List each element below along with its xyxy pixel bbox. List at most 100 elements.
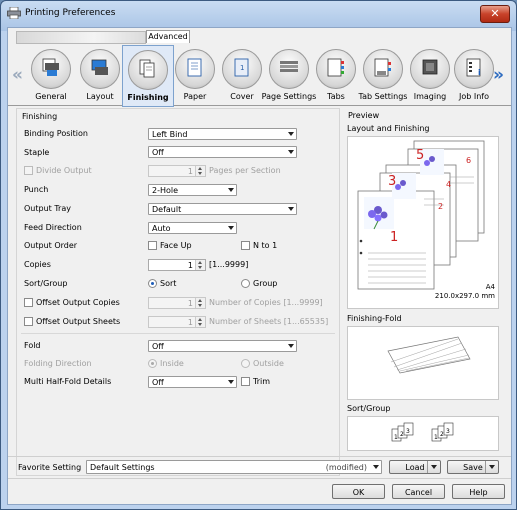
staple-label: Staple xyxy=(24,148,50,157)
close-button[interactable]: ✕ xyxy=(480,5,510,23)
favorite-setting-value: Default Settings xyxy=(90,463,155,472)
feed-direction-value: Auto xyxy=(152,224,171,233)
chevron-down-icon[interactable] xyxy=(427,461,440,473)
n-to-1-checkbox[interactable] xyxy=(241,241,250,250)
sort-number: 3 xyxy=(406,428,410,435)
divider xyxy=(8,478,511,479)
fold-select[interactable]: Off xyxy=(148,340,297,352)
n-to-1-label: N to 1 xyxy=(253,241,278,250)
cancel-button[interactable]: Cancel xyxy=(392,484,445,499)
printing-preferences-window: Printing Preferences ✕ Advanced « » Gene… xyxy=(0,0,517,510)
outside-radio-label: Outside xyxy=(253,359,284,368)
favorite-setting-bar: Favorite Setting Default Settings (modif… xyxy=(8,456,511,477)
chevron-down-icon xyxy=(228,380,234,384)
save-button[interactable]: Save xyxy=(447,460,499,474)
paper-size: A4 xyxy=(485,283,495,291)
group-radio[interactable] xyxy=(241,279,250,288)
face-up-label: Face Up xyxy=(160,241,192,250)
paper-icon xyxy=(175,49,215,89)
offset-output-sheets-label: Offset Output Sheets xyxy=(36,317,121,326)
cover-icon: 1 xyxy=(222,49,262,89)
page-settings-icon xyxy=(269,49,309,89)
fold-label: Fold xyxy=(24,341,41,350)
inside-radio[interactable] xyxy=(148,359,157,368)
chevron-down-icon[interactable] xyxy=(485,461,498,473)
preview-title: Preview xyxy=(348,111,380,120)
preview-group: Preview Layout and Finishing 1 2 3 4 5 6… xyxy=(343,108,502,474)
feed-direction-label: Feed Direction xyxy=(24,223,82,232)
multi-half-fold-select[interactable]: Off xyxy=(148,376,237,388)
page-stack: 1 2 3 4 5 6 xyxy=(357,140,485,290)
offset-copies-stepper[interactable]: 1 xyxy=(148,297,206,309)
chevron-down-icon xyxy=(373,465,379,469)
save-button-label: Save xyxy=(463,463,483,472)
copies-stepper[interactable]: 1 xyxy=(148,259,206,271)
fold-preview-image xyxy=(387,336,471,374)
imaging-icon xyxy=(410,49,450,89)
sort-radio-label: Sort xyxy=(160,279,177,288)
sort-group-title: Sort/Group xyxy=(347,404,391,413)
chevron-down-icon xyxy=(288,344,294,348)
copies-label: Copies xyxy=(24,260,51,269)
help-button[interactable]: Help xyxy=(452,484,505,499)
spin-arrows-icon[interactable] xyxy=(195,317,205,327)
offset-sheets-value: 1 xyxy=(187,318,193,327)
ok-button[interactable]: OK xyxy=(332,484,385,499)
feed-direction-select[interactable]: Auto xyxy=(148,222,237,234)
divider xyxy=(21,333,335,334)
category-label: Job Info xyxy=(458,92,489,101)
spin-arrows-icon[interactable] xyxy=(195,166,205,176)
tabs-icon xyxy=(316,49,356,89)
chevron-down-icon xyxy=(288,207,294,211)
close-icon: ✕ xyxy=(490,7,500,20)
outside-radio[interactable] xyxy=(241,359,250,368)
output-tray-value: Default xyxy=(152,205,182,214)
spin-arrows-icon[interactable] xyxy=(195,260,205,270)
category-job-info[interactable]: i Job Info xyxy=(449,45,499,105)
trim-label: Trim xyxy=(253,377,271,386)
layout-preview-image: 1 2 3 4 5 6 xyxy=(357,140,485,290)
sort-group-preview-panel: 1 2 3 1 2 3 xyxy=(347,416,499,451)
fold-preview-panel xyxy=(347,326,499,400)
chevron-down-icon xyxy=(228,188,234,192)
binding-position-select[interactable]: Left Bind xyxy=(148,128,297,140)
chevron-down-icon xyxy=(228,226,234,230)
inside-radio-label: Inside xyxy=(160,359,184,368)
chevron-down-icon xyxy=(288,150,294,154)
output-order-label: Output Order xyxy=(24,241,78,250)
printer-icon xyxy=(7,7,21,19)
scroll-left-icon[interactable]: « xyxy=(12,65,23,85)
dialog-client: Advanced « » General Layout Finishing Pa… xyxy=(7,27,512,505)
page-number: 5 xyxy=(416,148,424,163)
divide-output-checkbox[interactable] xyxy=(24,166,33,175)
tab-advanced[interactable]: Advanced xyxy=(146,30,190,43)
title-bar[interactable]: Printing Preferences ✕ xyxy=(1,1,516,27)
finishing-icon xyxy=(128,50,168,90)
face-up-checkbox[interactable] xyxy=(148,241,157,250)
finishing-group: Finishing Binding Position Left Bind Sta… xyxy=(16,108,340,476)
page-number: 3 xyxy=(388,174,396,189)
sort-number: 1 xyxy=(434,434,438,441)
offset-output-sheets-checkbox[interactable] xyxy=(24,317,33,326)
output-tray-select[interactable]: Default xyxy=(148,203,297,215)
trim-checkbox[interactable] xyxy=(241,377,250,386)
finishing-group-title: Finishing xyxy=(22,112,58,121)
favorite-setting-select[interactable]: Default Settings (modified) xyxy=(86,460,382,474)
staple-select[interactable]: Off xyxy=(148,146,297,158)
category-strip: « » General Layout Finishing Paper 1 Cov… xyxy=(8,43,511,107)
punch-label: Punch xyxy=(24,185,49,194)
sort-number: 1 xyxy=(394,434,398,441)
multi-half-fold-value: Off xyxy=(152,378,164,387)
punch-select[interactable]: 2-Hole xyxy=(148,184,237,196)
offset-sheets-stepper[interactable]: 1 xyxy=(148,316,206,328)
divide-output-stepper[interactable]: 1 xyxy=(148,165,206,177)
sort-number: 3 xyxy=(446,428,450,435)
finishing-fold-title: Finishing-Fold xyxy=(347,314,402,323)
spin-arrows-icon[interactable] xyxy=(195,298,205,308)
load-button[interactable]: Load xyxy=(389,460,441,474)
offset-output-copies-checkbox[interactable] xyxy=(24,298,33,307)
sort-group-preview-image: 1 2 3 1 2 3 xyxy=(391,422,454,442)
window-title: Printing Preferences xyxy=(25,8,116,18)
chevron-down-icon xyxy=(288,132,294,136)
sort-radio[interactable] xyxy=(148,279,157,288)
